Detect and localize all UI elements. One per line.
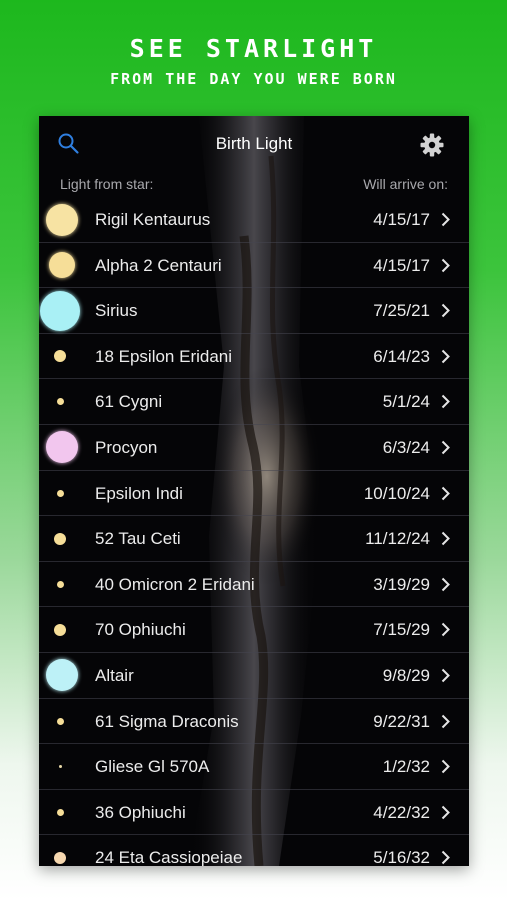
- star-name: Rigil Kentaurus: [95, 210, 211, 229]
- arrival-date: 11/12/24: [365, 529, 430, 549]
- arrival-date: 1/2/32: [382, 757, 430, 777]
- star-icon: [54, 532, 66, 545]
- star-icon: [54, 623, 66, 636]
- star-icon: [46, 431, 78, 464]
- screen-title: Birth Light: [215, 134, 293, 153]
- arrival-date: 7/25/21: [373, 301, 430, 321]
- star-icon: [54, 350, 66, 363]
- star-icon: [56, 489, 64, 497]
- list-item[interactable]: Gliese Gl 570A 1/2/32: [39, 744, 469, 790]
- star-name: Epsilon Indi: [95, 483, 183, 503]
- list-item[interactable]: 70 Ophiuchi 7/15/29: [39, 607, 469, 653]
- star-icon-slot: [39, 607, 81, 652]
- arrival-date: 9/8/29: [382, 665, 430, 685]
- promo-subtitle: FROM THE DAY YOU WERE BORN: [110, 70, 397, 88]
- chevron-right-icon: [441, 851, 450, 865]
- arrival-date: 4/15/17: [373, 210, 430, 229]
- star-icon: [40, 290, 80, 331]
- chevron-right-icon: [441, 759, 450, 774]
- star-icon: [58, 765, 62, 769]
- chevron-right-icon: [441, 440, 450, 455]
- chevron-right-icon: [441, 805, 450, 819]
- star-icon-slot: [41, 243, 83, 288]
- star-name: Gliese Gl 570A: [95, 757, 210, 777]
- list-item[interactable]: 61 Cygni 5/1/24: [39, 379, 469, 425]
- list-item[interactable]: Procyon 6/3/24: [39, 425, 469, 471]
- arrival-date: 7/15/29: [373, 620, 430, 640]
- list-item[interactable]: 61 Sigma Draconis 9/22/31: [39, 699, 469, 745]
- arrival-date: 6/14/23: [373, 346, 430, 366]
- star-icon-slot: [39, 471, 81, 516]
- chevron-right-icon: [441, 349, 450, 363]
- star-name: 36 Ophiuchi: [95, 802, 186, 822]
- chevron-right-icon: [441, 714, 450, 728]
- star-icon-slot: [39, 699, 81, 744]
- chevron-right-icon: [441, 212, 450, 227]
- list-item[interactable]: 52 Tau Ceti 11/12/24: [39, 516, 469, 562]
- star-icon-slot: [39, 334, 81, 379]
- star-list: Rigil Kentaurus 4/15/17 Alpha 2 Centauri…: [39, 197, 469, 866]
- star-icon-slot: [39, 516, 81, 561]
- star-name: Procyon: [95, 437, 158, 457]
- arrival-date: 3/19/29: [373, 574, 430, 594]
- arrival-date: 4/22/32: [373, 802, 430, 822]
- navigation-bar: Birth Light: [39, 116, 469, 172]
- star-icon-slot: [39, 744, 81, 789]
- star-name: 61 Sigma Draconis: [95, 711, 239, 731]
- list-item[interactable]: 24 Eta Cassiopeiae 5/16/32: [39, 835, 469, 866]
- gear-icon[interactable]: [419, 132, 445, 158]
- star-icon: [56, 717, 64, 725]
- star-name: Altair: [95, 665, 134, 685]
- column-header-arrival: Will arrive on:: [363, 176, 448, 192]
- star-icon: [46, 659, 78, 692]
- arrival-date: 5/16/32: [373, 848, 430, 866]
- chevron-right-icon: [441, 258, 450, 272]
- list-item[interactable]: Sirius 7/25/21: [39, 288, 469, 334]
- arrival-date: 9/22/31: [373, 711, 430, 731]
- arrival-date: 5/1/24: [382, 392, 430, 412]
- list-item[interactable]: Altair 9/8/29: [39, 653, 469, 699]
- chevron-right-icon: [441, 303, 450, 318]
- star-icon-slot: [41, 425, 83, 470]
- chevron-right-icon: [441, 531, 450, 546]
- column-header-star: Light from star:: [60, 176, 154, 192]
- star-icon: [56, 398, 64, 406]
- star-icon: [46, 203, 78, 236]
- star-name: 52 Tau Ceti: [95, 529, 181, 549]
- chevron-right-icon: [441, 668, 450, 683]
- star-icon-slot: [39, 288, 81, 333]
- list-item[interactable]: Rigil Kentaurus 4/15/17: [39, 197, 469, 243]
- arrival-date: 4/15/17: [373, 255, 430, 275]
- list-item[interactable]: 18 Epsilon Eridani 6/14/23: [39, 334, 469, 380]
- list-item[interactable]: 36 Ophiuchi 4/22/32: [39, 790, 469, 836]
- star-name: Alpha 2 Centauri: [95, 255, 222, 275]
- app-screen: Birth Light Light from star: Will arrive…: [39, 116, 469, 866]
- star-name: 24 Eta Cassiopeiae: [95, 848, 243, 866]
- star-name: 70 Ophiuchi: [95, 620, 186, 640]
- star-icon-slot: [39, 790, 81, 835]
- chevron-right-icon: [441, 486, 450, 500]
- chevron-right-icon: [441, 395, 450, 409]
- arrival-date: 10/10/24: [363, 483, 430, 503]
- star-icon-slot: [41, 653, 83, 698]
- star-icon: [54, 851, 66, 864]
- star-name: 18 Epsilon Eridani: [95, 346, 233, 366]
- chevron-right-icon: [441, 623, 450, 637]
- list-item[interactable]: 40 Omicron 2 Eridani 3/19/29: [39, 562, 469, 608]
- star-name: 61 Cygni: [95, 392, 163, 412]
- star-icon-slot: [39, 835, 81, 866]
- arrival-date: 6/3/24: [382, 437, 430, 457]
- list-item[interactable]: Alpha 2 Centauri 4/15/17: [39, 243, 469, 289]
- star-icon-slot: [41, 197, 83, 242]
- star-icon: [56, 808, 64, 816]
- promo-title: SEE STARLIGHT: [129, 34, 378, 63]
- star-icon-slot: [39, 562, 81, 607]
- star-icon: [49, 252, 75, 279]
- star-icon-slot: [39, 379, 81, 424]
- chevron-right-icon: [441, 577, 450, 591]
- star-name: Sirius: [95, 301, 138, 321]
- star-name: 40 Omicron 2 Eridani: [95, 574, 255, 594]
- list-item[interactable]: Epsilon Indi 10/10/24: [39, 471, 469, 517]
- star-icon: [56, 580, 64, 588]
